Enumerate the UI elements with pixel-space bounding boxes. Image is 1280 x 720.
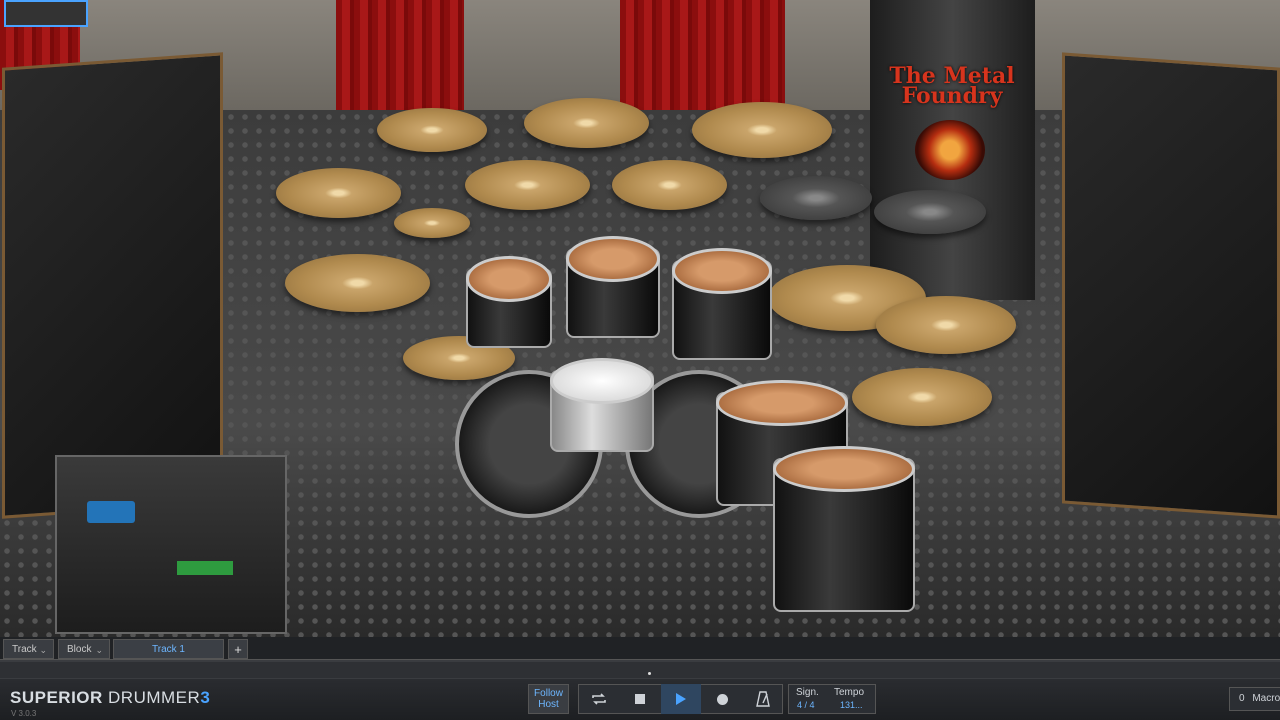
macro-count: 0 <box>1239 693 1245 704</box>
loop-icon <box>592 693 606 705</box>
follow-host-line1: Follow <box>534 688 563 699</box>
audio-interface-icon <box>87 501 135 523</box>
cymbal-china-1[interactable] <box>692 102 832 158</box>
record-icon <box>716 693 728 705</box>
macro-label: Macro <box>1252 693 1280 704</box>
metal-foundry-banner: The Metal Foundry <box>870 0 1035 300</box>
playhead-marker[interactable] <box>648 672 651 675</box>
cymbal-crash-4[interactable] <box>465 160 590 210</box>
follow-host-button[interactable]: Follow Host <box>528 684 569 714</box>
cymbal-splash-1[interactable] <box>394 208 470 238</box>
tom-3[interactable] <box>672 248 772 360</box>
cymbal-crash-1[interactable] <box>377 108 487 152</box>
tab-track-1[interactable]: Track 1 <box>113 639 224 659</box>
block-menu-button[interactable]: Block ⌄ <box>58 639 110 659</box>
timeline-track[interactable] <box>0 662 1280 678</box>
macro-button[interactable]: 0 Macro <box>1229 687 1280 711</box>
track-menu-label: Track <box>12 644 37 655</box>
tempo-label: Tempo <box>834 687 865 698</box>
tom-2[interactable] <box>566 236 660 338</box>
play-icon <box>676 693 686 705</box>
road-case <box>55 455 287 634</box>
app-version: V 3.0.3 <box>11 709 37 718</box>
acoustic-panel-right <box>1062 52 1280 519</box>
drum-kit-stage: The Metal Foundry <box>0 0 1280 637</box>
red-curtain-left <box>336 0 464 122</box>
app-name-part1: SUPERIOR <box>10 688 103 707</box>
play-button[interactable] <box>661 684 701 714</box>
stop-button[interactable] <box>620 684 660 714</box>
track-menu-button[interactable]: Track ⌄ <box>3 639 54 659</box>
top-left-thumbnail[interactable] <box>4 0 88 27</box>
tempo-value[interactable]: 131... <box>840 700 863 710</box>
stop-icon <box>635 694 645 704</box>
case-sticker <box>177 561 233 575</box>
cymbal-crash-5[interactable] <box>876 296 1016 354</box>
signature-label: Sign. <box>796 687 819 698</box>
cymbal-efx-1[interactable] <box>760 176 872 220</box>
cymbal-hihat[interactable] <box>285 254 430 312</box>
track-tab-bar: Track ⌄ Block ⌄ Track 1 + <box>0 637 1280 659</box>
skull-logo-icon <box>915 120 985 180</box>
snare-drum[interactable] <box>550 358 654 452</box>
song-timeline[interactable] <box>0 659 1280 680</box>
follow-host-line2: Host <box>538 699 559 710</box>
acoustic-panel-left <box>2 52 223 519</box>
app-name-part3: 3 <box>200 688 211 707</box>
transport-bar: SUPERIOR DRUMMER3 V 3.0.3 Follow Host Si… <box>0 679 1280 720</box>
banner-title: The Metal Foundry <box>889 63 1015 109</box>
floor-tom-2[interactable] <box>773 446 915 612</box>
cymbal-china-2[interactable] <box>612 160 727 210</box>
loop-button[interactable] <box>579 684 619 714</box>
app-logo: SUPERIOR DRUMMER3 <box>10 688 210 708</box>
signature-tempo-panel: Sign. 4 / 4 Tempo 131... <box>788 684 876 714</box>
add-tab-button[interactable]: + <box>228 639 248 659</box>
record-button[interactable] <box>702 684 742 714</box>
cymbal-crash-3[interactable] <box>276 168 401 218</box>
cymbal-crash-2[interactable] <box>524 98 649 148</box>
signature-value[interactable]: 4 / 4 <box>797 700 815 710</box>
transport-controls <box>578 684 783 714</box>
tom-1[interactable] <box>466 256 552 348</box>
chevron-down-icon: ⌄ <box>39 645 47 655</box>
block-menu-label: Block <box>67 644 92 655</box>
app-name-part2: DRUMMER <box>108 688 201 707</box>
chevron-down-icon: ⌄ <box>95 645 103 655</box>
metronome-button[interactable] <box>743 684 783 714</box>
metronome-icon <box>756 691 770 707</box>
cymbal-efx-2[interactable] <box>874 190 986 234</box>
cymbal-crash-6[interactable] <box>852 368 992 426</box>
